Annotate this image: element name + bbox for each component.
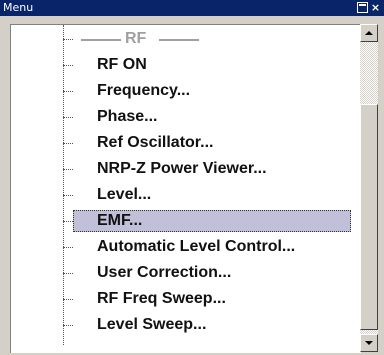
arrow-down-icon [365, 341, 373, 345]
tree-branch [63, 247, 73, 248]
menu-item-label: Ref Oscillator... [97, 134, 214, 151]
tree-branch [63, 195, 73, 196]
header-rule-left [81, 39, 121, 41]
tree-branch [63, 273, 73, 274]
menu-item-label: EMF... [97, 212, 143, 229]
section-header-rf: RF [11, 27, 361, 51]
menu-item-label: Phase... [97, 108, 158, 125]
arrow-up-icon [365, 31, 373, 35]
tree-branch [63, 169, 73, 170]
window-title: Menu [3, 1, 34, 14]
scrollbar-thumb[interactable] [360, 104, 378, 330]
menu-item-label: Automatic Level Control... [97, 238, 296, 255]
close-icon[interactable]: × [370, 2, 381, 13]
vertical-scrollbar[interactable] [360, 24, 378, 352]
menu-item-level[interactable]: Level... [11, 183, 361, 207]
menu-item-rf-freq-sweep[interactable]: RF Freq Sweep... [11, 287, 361, 311]
tree-branch [63, 325, 73, 326]
maximize-icon[interactable] [357, 2, 368, 13]
title-bar[interactable]: Menu × [0, 0, 384, 16]
tree-branch [63, 143, 73, 144]
menu-item-label: User Correction... [97, 264, 232, 281]
menu-item-phase[interactable]: Phase... [11, 105, 361, 129]
menu-tree: RF RF ON Frequency... Phase... Ref Oscil… [10, 24, 361, 353]
menu-item-label: NRP-Z Power Viewer... [97, 160, 267, 177]
menu-item-nrp-z-power-viewer[interactable]: NRP-Z Power Viewer... [11, 157, 361, 181]
menu-item-label: RF ON [97, 56, 147, 73]
menu-item-rf-on[interactable]: RF ON [11, 53, 361, 77]
menu-panel: RF RF ON Frequency... Phase... Ref Oscil… [2, 16, 382, 353]
scroll-down-button[interactable] [360, 334, 378, 352]
header-rule-right [159, 39, 199, 41]
tree-branch [63, 117, 73, 118]
tree-branch [63, 39, 73, 40]
tree-branch [63, 299, 73, 300]
menu-item-label: RF Freq Sweep... [97, 290, 226, 307]
menu-item-emf[interactable]: EMF... [11, 209, 361, 233]
menu-item-level-sweep[interactable]: Level Sweep... [11, 313, 361, 337]
section-header-label: RF [125, 30, 147, 47]
scroll-up-button[interactable] [360, 24, 378, 42]
menu-item-label: Level Sweep... [97, 316, 207, 333]
menu-item-ref-oscillator[interactable]: Ref Oscillator... [11, 131, 361, 155]
menu-item-label: Level... [97, 186, 152, 203]
menu-item-automatic-level-control[interactable]: Automatic Level Control... [11, 235, 361, 259]
menu-window: Menu × RF RF ON Frequency... Phase... Re… [0, 0, 384, 355]
menu-item-user-correction[interactable]: User Correction... [11, 261, 361, 285]
tree-branch [63, 91, 73, 92]
menu-item-frequency[interactable]: Frequency... [11, 79, 361, 103]
tree-branch [63, 221, 73, 222]
tree-branch [63, 65, 73, 66]
menu-item-label: Frequency... [97, 82, 191, 99]
